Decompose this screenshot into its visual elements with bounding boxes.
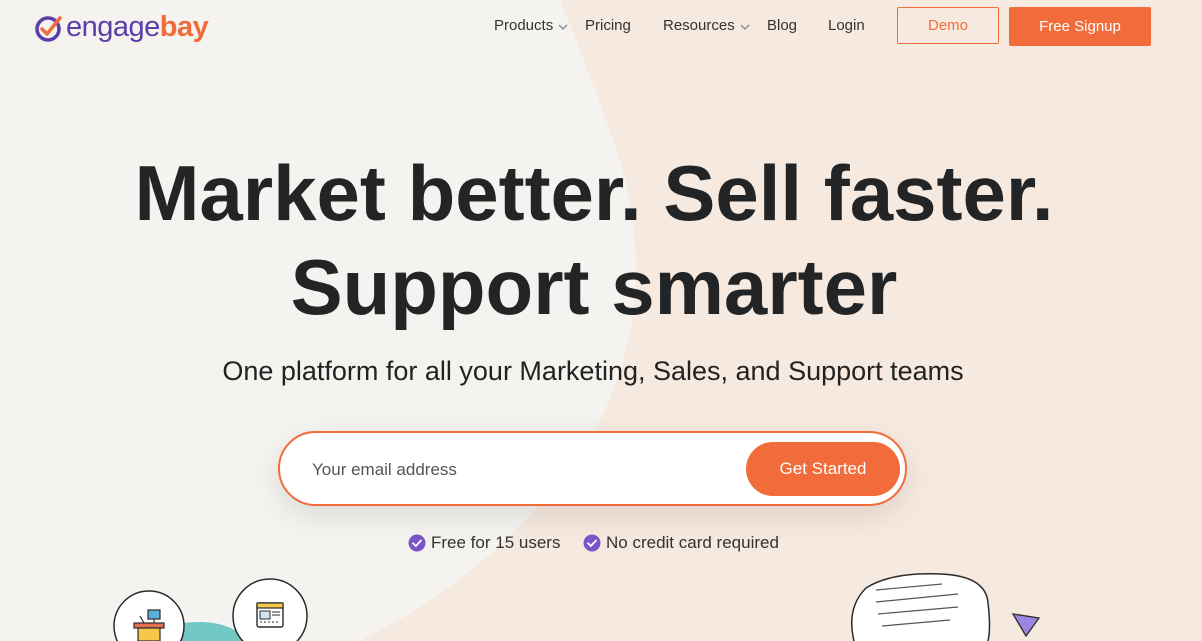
nav-item-label: Blog (767, 17, 798, 34)
nav-item-label: Products (494, 17, 554, 34)
left-illustration (113, 578, 308, 641)
hero-title-line-2: Support smarter (290, 243, 898, 331)
browser-window-icon (232, 578, 308, 641)
nav-item-blog[interactable]: Blog (767, 17, 797, 34)
check-circle-icon (583, 534, 601, 552)
free-signup-button[interactable]: Free Signup (1009, 7, 1151, 46)
hero-title-line-1: Market better. Sell faster. (134, 149, 1054, 237)
hero-subtitle: One platform for all your Marketing, Sal… (222, 356, 964, 386)
perk-label: No credit card required (606, 533, 779, 552)
perks-list: Free for 15 users No credit card require… (0, 533, 1202, 555)
email-signup-form: Get Started (278, 431, 907, 506)
triangle-icon (1011, 613, 1041, 638)
demo-button[interactable]: Demo (897, 7, 999, 44)
perk-item: Free for 15 users (408, 533, 560, 553)
nav-item-login[interactable]: Login (828, 17, 865, 34)
email-input[interactable] (310, 453, 734, 487)
perk-item: No credit card required (583, 533, 779, 553)
nav-item-resources[interactable]: Resources (663, 17, 750, 34)
nav-item-products[interactable]: Products (494, 17, 568, 34)
nav-item-label: Resources (663, 17, 735, 34)
nav-item-pricing[interactable]: Pricing (585, 17, 631, 34)
get-started-button[interactable]: Get Started (746, 442, 900, 496)
chevron-down-icon (740, 24, 750, 30)
desk-icon (113, 590, 185, 641)
check-circle-icon (408, 534, 426, 552)
perk-label: Free for 15 users (431, 533, 561, 552)
nav-item-label: Pricing (585, 17, 631, 34)
speech-bubble-icon (851, 573, 991, 641)
right-illustration (851, 573, 1041, 641)
nav-item-label: Login (828, 17, 865, 34)
chevron-down-icon (558, 24, 568, 30)
hero-title: Market better. Sell faster. Support smar… (0, 146, 1188, 334)
site-header: engagebay Products Pricing Resources Blo… (0, 0, 1202, 54)
